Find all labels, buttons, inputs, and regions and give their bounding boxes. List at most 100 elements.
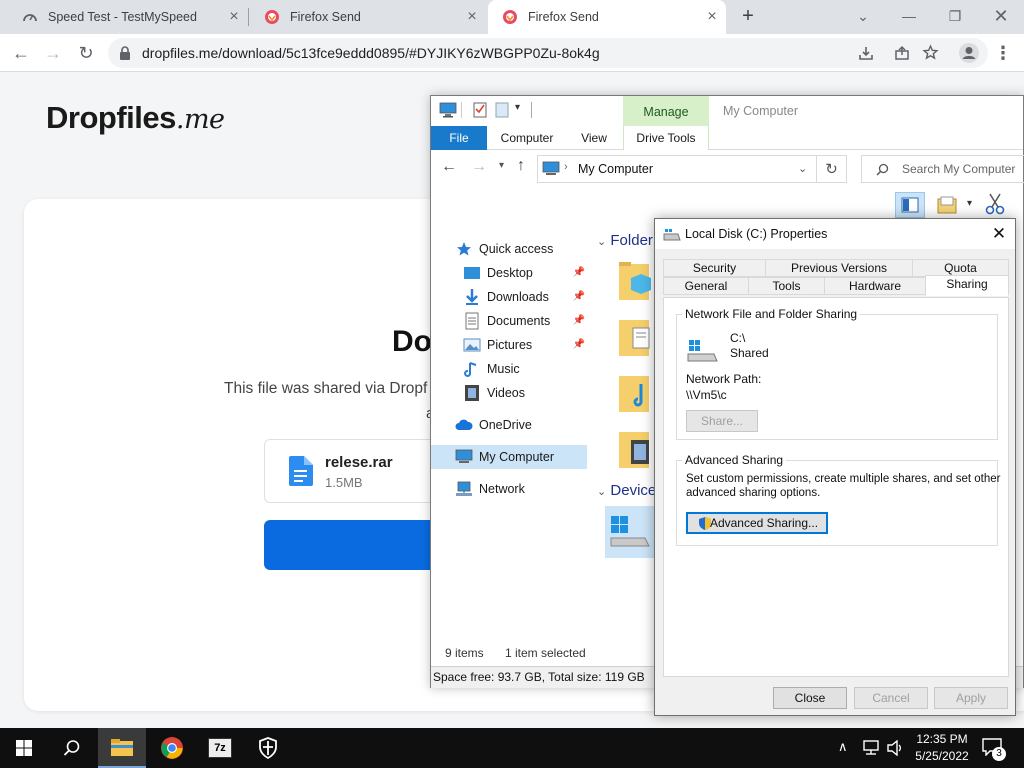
explorer-address-bar[interactable]: › My Computer ⌄: [537, 155, 817, 183]
section-devices[interactable]: ⌄ Device: [597, 482, 656, 499]
forward-arrow-icon[interactable]: →: [471, 158, 487, 176]
tab-computer[interactable]: Computer: [493, 126, 561, 150]
apply-button[interactable]: Apply: [934, 687, 1008, 709]
document-icon: [465, 312, 479, 330]
share-icon[interactable]: [894, 45, 910, 61]
tab-drive-tools[interactable]: Drive Tools: [623, 126, 709, 150]
search-button[interactable]: [48, 728, 96, 768]
close-tab-icon[interactable]: ×: [226, 9, 242, 25]
close-tab-icon[interactable]: ×: [704, 9, 720, 25]
tab-general[interactable]: General: [663, 277, 749, 295]
tab-speed-test[interactable]: Speed Test - TestMySpeed ×: [8, 0, 248, 34]
close-window-icon[interactable]: ✕: [978, 4, 1024, 28]
nav-downloads[interactable]: Downloads 📌: [431, 285, 587, 309]
tab-firefox-send-active[interactable]: Firefox Send ×: [488, 0, 726, 34]
properties-checklist-icon[interactable]: [473, 102, 487, 118]
profile-avatar-icon[interactable]: [958, 42, 980, 64]
scissors-icon[interactable]: [985, 193, 1005, 215]
drive-name: C:\: [730, 331, 746, 345]
nav-music[interactable]: Music: [431, 357, 587, 381]
section-folders[interactable]: ⌄ Folder: [597, 232, 653, 249]
restore-icon[interactable]: ❐: [932, 4, 978, 28]
refresh-icon[interactable]: ↻: [817, 155, 847, 183]
customize-qat-icon[interactable]: ▾: [515, 102, 520, 113]
back-arrow-icon[interactable]: ←: [8, 40, 34, 66]
network-status-icon[interactable]: [862, 740, 880, 756]
taskbar-7zip[interactable]: 7z: [196, 728, 244, 768]
nav-network[interactable]: Network: [431, 477, 587, 501]
browser-toolbar: ← → ↻ dropfiles.me/download/5c13fce9eddd…: [0, 34, 1024, 72]
taskbar: 7z ∧ 12:35 PM 5/25/2022 3: [0, 728, 1024, 768]
clock-time[interactable]: 12:35 PM: [914, 732, 970, 746]
tab-security[interactable]: Security: [663, 259, 766, 277]
tray-expand-icon[interactable]: ∧: [838, 739, 848, 755]
back-arrow-icon[interactable]: ←: [441, 158, 457, 176]
breadcrumb-chevron-icon[interactable]: ›: [564, 161, 568, 173]
nav-documents[interactable]: Documents 📌: [431, 309, 587, 333]
tab-separator: [248, 8, 249, 26]
bookmark-star-icon[interactable]: [922, 44, 939, 61]
address-dropdown-icon[interactable]: ⌄: [798, 162, 807, 175]
folder-documents-icon[interactable]: [617, 316, 653, 360]
recent-locations-icon[interactable]: ▾: [499, 160, 504, 171]
nav-quick-access[interactable]: Quick access: [431, 237, 587, 261]
cancel-button[interactable]: Cancel: [854, 687, 928, 709]
share-button[interactable]: Share...: [686, 410, 758, 432]
tab-file[interactable]: File: [431, 126, 487, 150]
chevron-down-icon[interactable]: ⌄: [840, 4, 886, 28]
folder-music-icon[interactable]: [617, 372, 653, 416]
notification-center-icon[interactable]: 3: [982, 738, 1006, 761]
preview-pane-icon[interactable]: [895, 192, 925, 218]
tab-view[interactable]: View: [571, 126, 617, 150]
dropfiles-logo[interactable]: Dropfiles.me: [46, 100, 225, 136]
new-tab-button[interactable]: +: [736, 5, 760, 29]
close-icon[interactable]: ✕: [987, 223, 1011, 245]
tab-title: Firefox Send: [528, 10, 599, 24]
more-menu-icon[interactable]: ⋮: [990, 40, 1016, 66]
drive-icon: [663, 229, 681, 241]
forward-arrow-icon[interactable]: →: [40, 40, 66, 66]
taskbar-chrome[interactable]: [148, 728, 196, 768]
close-tab-icon[interactable]: ×: [464, 9, 480, 25]
new-folder-icon[interactable]: [495, 102, 509, 118]
manage-context-tab[interactable]: Manage: [623, 96, 709, 126]
pin-icon: 📌: [572, 339, 585, 350]
nav-pictures[interactable]: Pictures 📌: [431, 333, 587, 357]
up-arrow-icon[interactable]: ↑: [517, 157, 525, 175]
gauge-icon: [23, 14, 37, 22]
tab-previous-versions[interactable]: Previous Versions: [765, 259, 913, 277]
local-disk-c-item[interactable]: [605, 506, 655, 558]
network-path-value: \\Vm5\c: [686, 388, 727, 402]
nav-desktop[interactable]: Desktop 📌: [431, 261, 587, 285]
advanced-sharing-button[interactable]: Advanced Sharing...: [686, 512, 828, 534]
reload-icon[interactable]: ↻: [73, 40, 99, 66]
address-bar[interactable]: dropfiles.me/download/5c13fce9eddd0895/#…: [108, 38, 988, 68]
folder-3d-objects-icon[interactable]: [617, 260, 653, 304]
tab-tools[interactable]: Tools: [748, 277, 825, 295]
taskbar-security[interactable]: [244, 728, 292, 768]
window-title: My Computer: [723, 104, 799, 118]
minimize-icon[interactable]: —: [886, 4, 932, 28]
install-app-icon[interactable]: [858, 45, 874, 61]
taskbar-file-explorer[interactable]: [98, 728, 146, 768]
close-button[interactable]: Close: [773, 687, 847, 709]
nav-label: OneDrive: [479, 418, 532, 432]
nav-onedrive[interactable]: OneDrive: [431, 413, 587, 437]
folder-videos-icon[interactable]: [617, 428, 653, 472]
nav-videos[interactable]: Videos: [431, 381, 587, 405]
computer-icon: [542, 161, 560, 175]
nav-my-computer[interactable]: My Computer: [431, 445, 587, 469]
tab-title: Speed Test - TestMySpeed: [48, 10, 197, 24]
start-button[interactable]: [0, 728, 48, 768]
search-input[interactable]: Search My Computer: [861, 155, 1024, 183]
tab-sharing[interactable]: Sharing: [925, 275, 1009, 296]
options-dropdown-icon[interactable]: ▾: [967, 198, 972, 209]
group-label: Network File and Folder Sharing: [682, 307, 861, 321]
clock-date[interactable]: 5/25/2022: [910, 749, 974, 763]
volume-icon[interactable]: [886, 740, 904, 756]
tab-firefox-send[interactable]: Firefox Send ×: [250, 0, 486, 34]
nav-label: Network: [479, 482, 525, 496]
nav-label: Desktop: [487, 266, 533, 280]
tab-hardware[interactable]: Hardware: [824, 277, 926, 295]
layout-folder-icon[interactable]: [937, 196, 959, 216]
